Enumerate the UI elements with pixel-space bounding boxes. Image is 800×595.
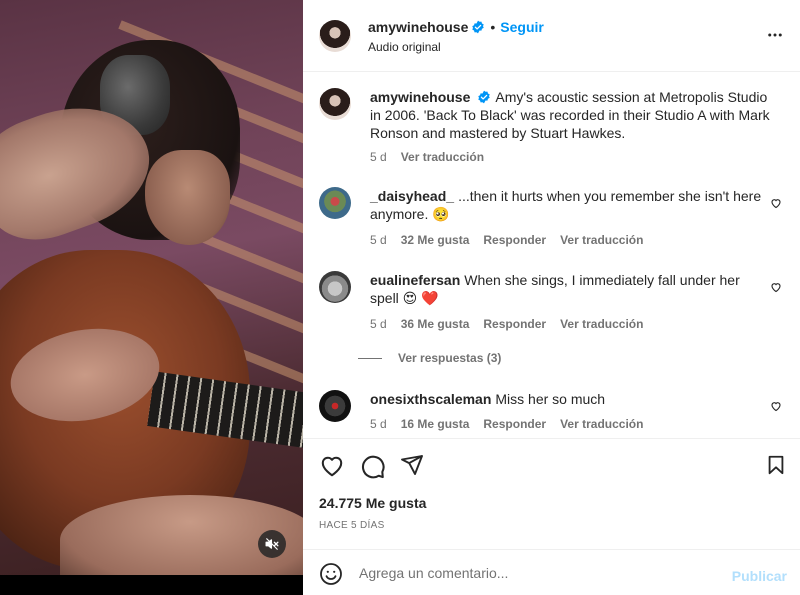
comment-input[interactable] [359, 562, 719, 584]
author-username[interactable]: amywinehouse [368, 19, 468, 35]
separator-dot: • [490, 19, 496, 35]
comment-icon[interactable] [360, 453, 386, 479]
comment-item: _daisyhead_ ...then it hurts when you rem… [319, 187, 784, 257]
comment-age: 5 d [370, 317, 387, 331]
avatar[interactable] [319, 88, 351, 120]
video-player[interactable] [0, 0, 303, 575]
reply-button[interactable]: Responder [483, 417, 546, 431]
caption-username[interactable]: amywinehouse [370, 89, 470, 105]
comment-item: eualinefersan When she sings, I immediate… [319, 271, 784, 371]
comment-likes[interactable]: 32 Me gusta [401, 233, 470, 247]
verified-badge-icon [478, 90, 491, 104]
comment-text-block: _daisyhead_ ...then it hurts when you rem… [370, 187, 770, 223]
translate-link[interactable]: Ver traducción [560, 417, 643, 431]
muted-speaker-icon [265, 538, 279, 550]
reply-button[interactable]: Responder [483, 317, 546, 331]
comment-likes[interactable]: 36 Me gusta [401, 317, 470, 331]
avatar[interactable] [319, 390, 351, 422]
view-replies-label: Ver respuestas (3) [398, 351, 502, 365]
reply-button[interactable]: Responder [483, 233, 546, 247]
comment-username[interactable]: eualinefersan [370, 272, 460, 288]
caption-text-block: amywinehouse Amy's acoustic session at Me… [370, 88, 770, 142]
avatar[interactable] [319, 271, 351, 303]
share-icon[interactable] [400, 453, 424, 477]
comment-composer: Publicar [303, 549, 800, 595]
comment-meta: 5 d 36 Me gusta Responder Ver traducción [370, 317, 657, 331]
translate-link[interactable]: Ver traducción [401, 150, 484, 164]
avatar[interactable] [319, 20, 351, 52]
comment-age: 5 d [370, 233, 387, 247]
video-figure-face [145, 150, 230, 245]
post-header: amywinehouse • Seguir Audio original [303, 0, 800, 72]
likes-count[interactable]: 24.775 Me gusta [319, 495, 426, 511]
caption-meta: 5 d Ver traducción [370, 150, 498, 164]
comment-username[interactable]: onesixthscaleman [370, 391, 491, 407]
comment-username[interactable]: _daisyhead_ [370, 188, 454, 204]
author-line: amywinehouse • Seguir [368, 19, 544, 37]
like-comment-heart-icon[interactable] [770, 400, 782, 412]
translate-link[interactable]: Ver traducción [560, 317, 643, 331]
bookmark-icon[interactable] [765, 453, 787, 477]
comment-age: 5 d [370, 417, 387, 431]
publish-button[interactable]: Publicar [732, 568, 787, 584]
comments-list[interactable]: amywinehouse Amy's acoustic session at Me… [303, 73, 800, 438]
more-options-icon[interactable] [766, 26, 784, 44]
avatar[interactable] [319, 187, 351, 219]
comment-meta: 5 d 32 Me gusta Responder Ver traducción [370, 233, 657, 247]
follow-button[interactable]: Seguir [500, 19, 544, 35]
comment-likes[interactable]: 16 Me gusta [401, 417, 470, 431]
comment-meta: 5 d 16 Me gusta Responder Ver traducción [370, 417, 657, 431]
audio-link[interactable]: Audio original [368, 40, 441, 54]
replies-divider [358, 357, 382, 359]
comment-text-block: eualinefersan When she sings, I immediate… [370, 271, 770, 307]
translate-link[interactable]: Ver traducción [560, 233, 643, 247]
caption-age: 5 d [370, 150, 387, 164]
mute-toggle-button[interactable] [258, 530, 286, 558]
heart-icon[interactable] [319, 453, 345, 479]
comment-text-block: onesixthscaleman Miss her so much [370, 390, 770, 408]
post-caption: amywinehouse Amy's acoustic session at Me… [319, 88, 784, 168]
comment-item: onesixthscaleman Miss her so much 5 d 16 M… [319, 390, 784, 438]
comment-text: Miss her so much [495, 391, 606, 407]
verified-badge-icon [472, 20, 485, 34]
like-comment-heart-icon[interactable] [770, 281, 782, 293]
media-pane [0, 0, 303, 595]
post-actions: 24.775 Me gusta HACE 5 DÍAS [303, 438, 800, 548]
post-details-panel: amywinehouse • Seguir Audio original amywi… [303, 0, 800, 595]
like-comment-heart-icon[interactable] [770, 197, 782, 209]
view-replies-button[interactable]: Ver respuestas (3) [358, 351, 501, 365]
post-timestamp: HACE 5 DÍAS [319, 520, 385, 531]
emoji-icon[interactable] [319, 562, 343, 586]
